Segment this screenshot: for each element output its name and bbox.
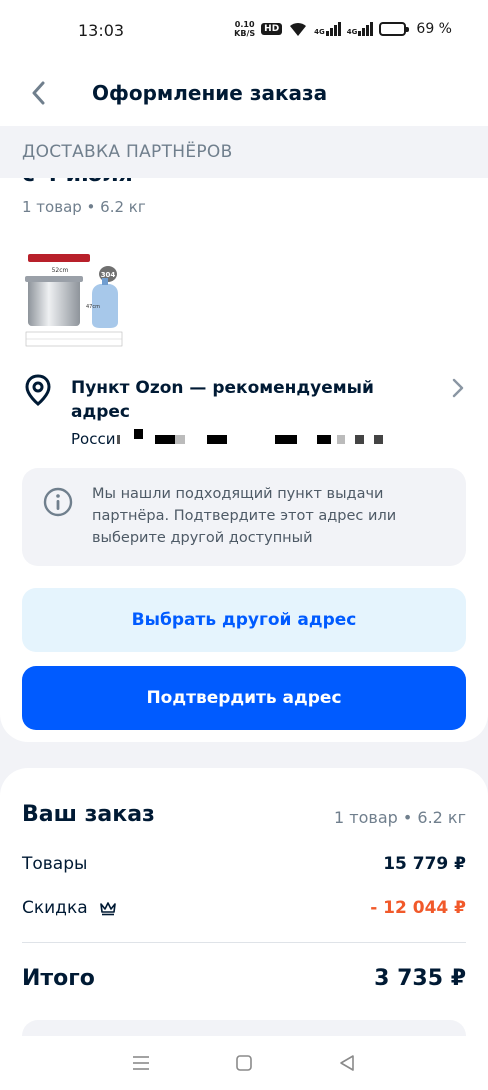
summary-divider — [22, 942, 466, 943]
goods-label: Товары — [22, 854, 88, 874]
back-nav-icon — [339, 1055, 354, 1071]
menu-nav-icon — [133, 1056, 150, 1070]
pickup-address-title: Пункт Ozon — рекомендуемый адрес — [71, 378, 374, 422]
order-summary-meta: 1 товар • 6.2 кг — [334, 808, 466, 827]
signal-icon-2: 4G — [347, 22, 374, 36]
crown-icon[interactable] — [98, 900, 118, 916]
choose-other-address-button[interactable]: Выбрать другой адрес — [22, 588, 466, 652]
goods-row: Товары 15 779 ₽ — [22, 854, 466, 874]
info-notice: Мы нашли подходящий пункт выдачи партнёр… — [22, 468, 466, 566]
page-title: Оформление заказа — [92, 81, 328, 105]
total-value: 3 735 ₽ — [374, 966, 466, 991]
delivery-card: с 4 июля 1 товар • 6.2 кг 52cm 304 47cm — [0, 150, 488, 742]
system-nav-bar — [0, 1036, 488, 1090]
battery-icon — [379, 22, 410, 36]
discount-row: Скидка - 12 044 ₽ — [22, 898, 466, 918]
discount-label-group: Скидка — [22, 898, 118, 918]
back-nav-button[interactable] — [327, 1043, 367, 1083]
pickup-address-row[interactable]: Пункт Ozon — рекомендуемый адрес Росси — [22, 372, 468, 452]
confirm-address-button[interactable]: Подтвердить адрес — [22, 666, 466, 730]
status-bar: 13:03 0.10 KB/S HD 4G 4G 69 % — [0, 0, 488, 62]
back-button[interactable] — [24, 79, 52, 107]
signal-icon-1: 4G — [314, 22, 341, 36]
goods-value: 15 779 ₽ — [383, 854, 466, 874]
order-summary-title: Ваш заказ — [22, 802, 155, 827]
redacted-text — [117, 434, 121, 444]
order-summary-card: Ваш заказ 1 товар • 6.2 кг Товары 15 779… — [0, 768, 488, 1036]
redacted-text — [275, 434, 298, 444]
menu-nav-button[interactable] — [121, 1043, 161, 1083]
home-nav-icon — [236, 1055, 252, 1071]
redacted-text — [155, 434, 176, 444]
redacted-text — [207, 434, 228, 444]
network-speed: 0.10 KB/S — [234, 20, 256, 38]
svg-text:52cm: 52cm — [52, 267, 69, 274]
redacted-text — [175, 434, 186, 444]
map-pin-icon — [25, 374, 51, 406]
app-header: Оформление заказа — [0, 62, 488, 126]
product-thumbnail[interactable]: 52cm 304 47cm — [22, 250, 126, 350]
hd-icon: HD — [261, 23, 283, 35]
chevron-right-icon — [452, 378, 464, 398]
home-nav-button[interactable] — [224, 1043, 264, 1083]
section-header-partner-delivery: ДОСТАВКА ПАРТНЁРОВ — [0, 126, 488, 178]
redacted-text — [374, 434, 384, 444]
product-image: 52cm 304 47cm — [25, 254, 123, 347]
delivery-items-meta: 1 товар • 6.2 кг — [22, 198, 146, 216]
wifi-icon — [290, 22, 307, 36]
back-arrow-icon — [32, 81, 45, 105]
info-text: Мы нашли подходящий пункт выдачи партнёр… — [92, 486, 397, 546]
redacted-text — [317, 434, 332, 444]
svg-text:304: 304 — [101, 271, 116, 279]
discount-value: - 12 044 ₽ — [370, 898, 466, 918]
info-icon — [43, 487, 73, 517]
pickup-address-line: Росси — [71, 429, 384, 448]
redacted-text — [355, 434, 365, 444]
total-label: Итого — [22, 966, 95, 991]
total-row: Итого 3 735 ₽ — [22, 966, 466, 991]
status-icons: 0.10 KB/S HD 4G 4G 69 % — [234, 20, 452, 38]
svg-text:47cm: 47cm — [86, 304, 100, 310]
status-time: 13:03 — [78, 21, 125, 40]
discount-label: Скидка — [22, 898, 88, 918]
battery-percent: 69 % — [416, 21, 452, 37]
redacted-text — [337, 434, 346, 444]
redacted-text — [134, 429, 144, 439]
